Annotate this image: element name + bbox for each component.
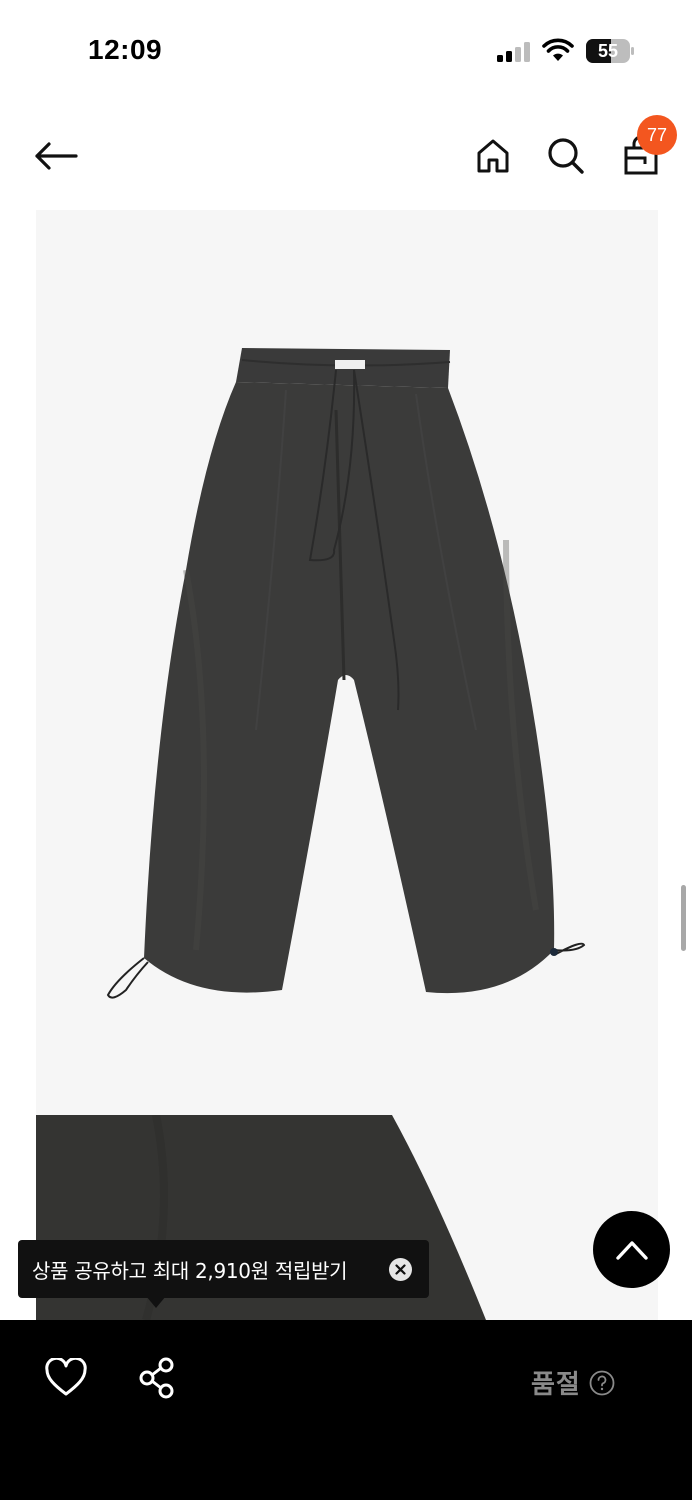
chevron-up-icon xyxy=(615,1240,648,1260)
help-circle-icon[interactable] xyxy=(589,1370,615,1396)
cellular-signal-icon xyxy=(497,42,530,62)
close-icon xyxy=(395,1264,406,1275)
top-nav xyxy=(0,110,692,200)
scroll-to-top-button[interactable] xyxy=(593,1211,670,1288)
like-button[interactable] xyxy=(44,1356,90,1402)
tooltip-text: 상품 공유하고 최대 2,910원 적립받기 xyxy=(32,1258,348,1283)
back-button[interactable] xyxy=(30,132,82,180)
search-button[interactable] xyxy=(543,132,589,180)
scrollbar[interactable] xyxy=(681,885,686,951)
home-icon xyxy=(477,139,509,173)
share-button[interactable] xyxy=(136,1356,180,1400)
wifi-icon xyxy=(542,38,574,61)
product-image[interactable] xyxy=(36,210,658,1115)
cart-count-badge: 77 xyxy=(637,115,677,155)
battery-level: 55 xyxy=(597,40,619,61)
tooltip-pointer xyxy=(146,1296,166,1308)
status-bar: 12:09 55 xyxy=(0,0,692,100)
share-reward-tooltip: 상품 공유하고 최대 2,910원 적립받기 xyxy=(18,1240,429,1298)
pants-illustration xyxy=(106,348,586,999)
soldout-status: 품절 xyxy=(531,1364,615,1401)
tooltip-close-button[interactable] xyxy=(389,1258,412,1281)
soldout-label: 품절 xyxy=(531,1370,581,1400)
search-icon xyxy=(548,138,584,174)
heart-icon xyxy=(45,1356,87,1396)
share-icon xyxy=(139,1357,174,1399)
status-time: 12:09 xyxy=(88,34,163,65)
home-button[interactable] xyxy=(470,132,516,180)
back-arrow-icon xyxy=(35,142,78,170)
battery-indicator: 55 xyxy=(586,39,634,63)
bottom-action-bar: 품절 xyxy=(0,1320,692,1500)
